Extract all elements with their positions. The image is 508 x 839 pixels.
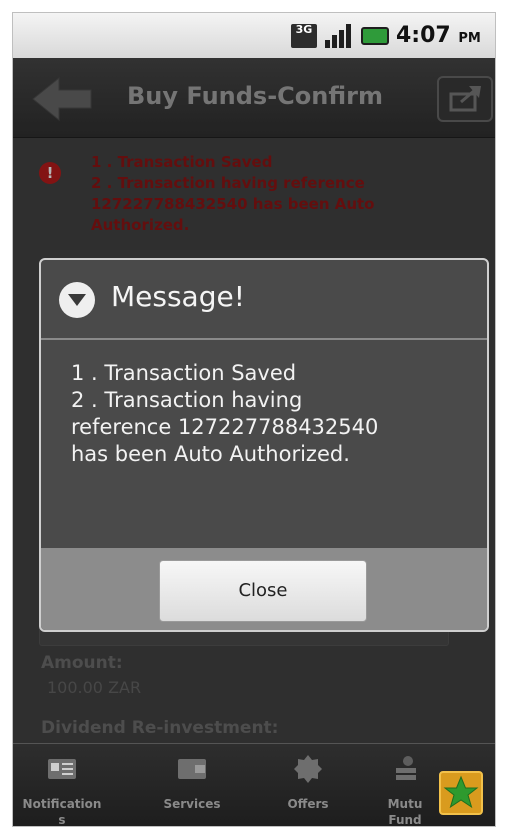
network-badge: 3G [295,23,313,36]
tab-services[interactable]: Services [147,744,237,826]
message-dialog: Message! 1 . Transaction Saved 2 . Trans… [39,258,489,632]
tab-label: Mutu Fund [387,797,423,827]
wallet-icon [178,759,206,779]
tab-notifications[interactable]: Notification s [17,744,107,827]
tab-label: Services [163,797,221,811]
tab-label: Notification s [22,797,102,827]
phone-screen: 3G 4:07 PM Buy Funds-Confirm ! 1 . Trans… [12,12,496,827]
dialog-line: 2 . Transaction having reference 1272277… [71,388,379,466]
dialog-footer: Close [41,548,487,630]
chevron-down-circle-icon [59,282,95,318]
bottom-tab-bar: Notification s Services Offers Mutu Fund [13,743,495,827]
dialog-header: Message! [41,260,487,340]
dialog-line: 1 . Transaction Saved [71,361,297,385]
dialog-title: Message! [111,280,245,313]
close-button[interactable]: Close [159,560,367,622]
star-icon [443,775,479,809]
coins-icon [396,756,416,780]
tab-offers[interactable]: Offers [263,744,353,826]
notification-card-icon [48,759,76,779]
battery-icon [361,27,389,45]
badge-icon [294,755,322,783]
signal-icon [325,24,351,48]
clock-ampm: PM [458,31,481,46]
tab-label: Offers [287,797,329,811]
favorites-button[interactable] [439,771,483,815]
clock-time: 4:07 [396,23,451,48]
clock: 4:07 PM [396,23,481,48]
dialog-body: 1 . Transaction Saved 2 . Transaction ha… [71,360,471,468]
status-bar: 3G 4:07 PM [13,13,495,58]
3g-icon: 3G [291,24,317,48]
tab-mutual-fund[interactable]: Mutu Fund [365,744,445,827]
